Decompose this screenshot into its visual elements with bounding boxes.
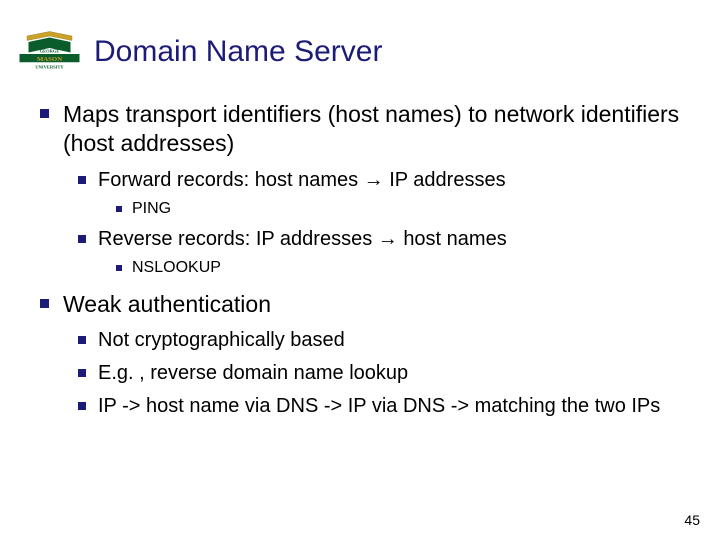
square-bullet-icon <box>40 299 49 308</box>
bullet-level3: PING <box>116 199 700 219</box>
slide-title: Domain Name Server <box>94 35 382 69</box>
bullet-text: Reverse records: IP addresses → host nam… <box>98 227 507 252</box>
bullet-level1: Weak authentication <box>40 290 700 319</box>
bullet-level3: NSLOOKUP <box>116 258 700 278</box>
square-bullet-icon <box>78 369 86 377</box>
square-bullet-icon <box>40 109 49 118</box>
svg-text:UNIVERSITY: UNIVERSITY <box>35 64 64 69</box>
bullet-level2: Forward records: host names → IP address… <box>78 168 700 193</box>
page-number: 45 <box>684 512 700 528</box>
square-bullet-icon <box>78 176 86 184</box>
bullet-text: PING <box>132 199 171 219</box>
svg-text:MASON: MASON <box>37 56 62 63</box>
slide-body: Maps transport identifiers (host names) … <box>40 100 700 423</box>
square-bullet-icon <box>78 402 86 410</box>
bullet-text: E.g. , reverse domain name lookup <box>98 361 408 386</box>
bullet-text: Maps transport identifiers (host names) … <box>63 100 700 158</box>
bullet-level2: IP -> host name via DNS -> IP via DNS ->… <box>78 394 700 419</box>
bullet-text: Forward records: host names → IP address… <box>98 168 506 193</box>
bullet-text: NSLOOKUP <box>132 258 221 278</box>
square-bullet-icon <box>78 336 86 344</box>
square-bullet-icon <box>116 206 122 212</box>
bullet-level2: E.g. , reverse domain name lookup <box>78 361 700 386</box>
bullet-level2: Not cryptographically based <box>78 328 700 353</box>
bullet-level2: Reverse records: IP addresses → host nam… <box>78 227 700 252</box>
bullet-level1: Maps transport identifiers (host names) … <box>40 100 700 158</box>
bullet-text: Weak authentication <box>63 290 271 319</box>
svg-text:GEORGE: GEORGE <box>40 49 60 54</box>
bullet-text: IP -> host name via DNS -> IP via DNS ->… <box>98 394 660 419</box>
square-bullet-icon <box>78 235 86 243</box>
university-logo: MASON GEORGE UNIVERSITY <box>12 30 87 75</box>
bullet-text: Not cryptographically based <box>98 328 345 353</box>
square-bullet-icon <box>116 265 122 271</box>
